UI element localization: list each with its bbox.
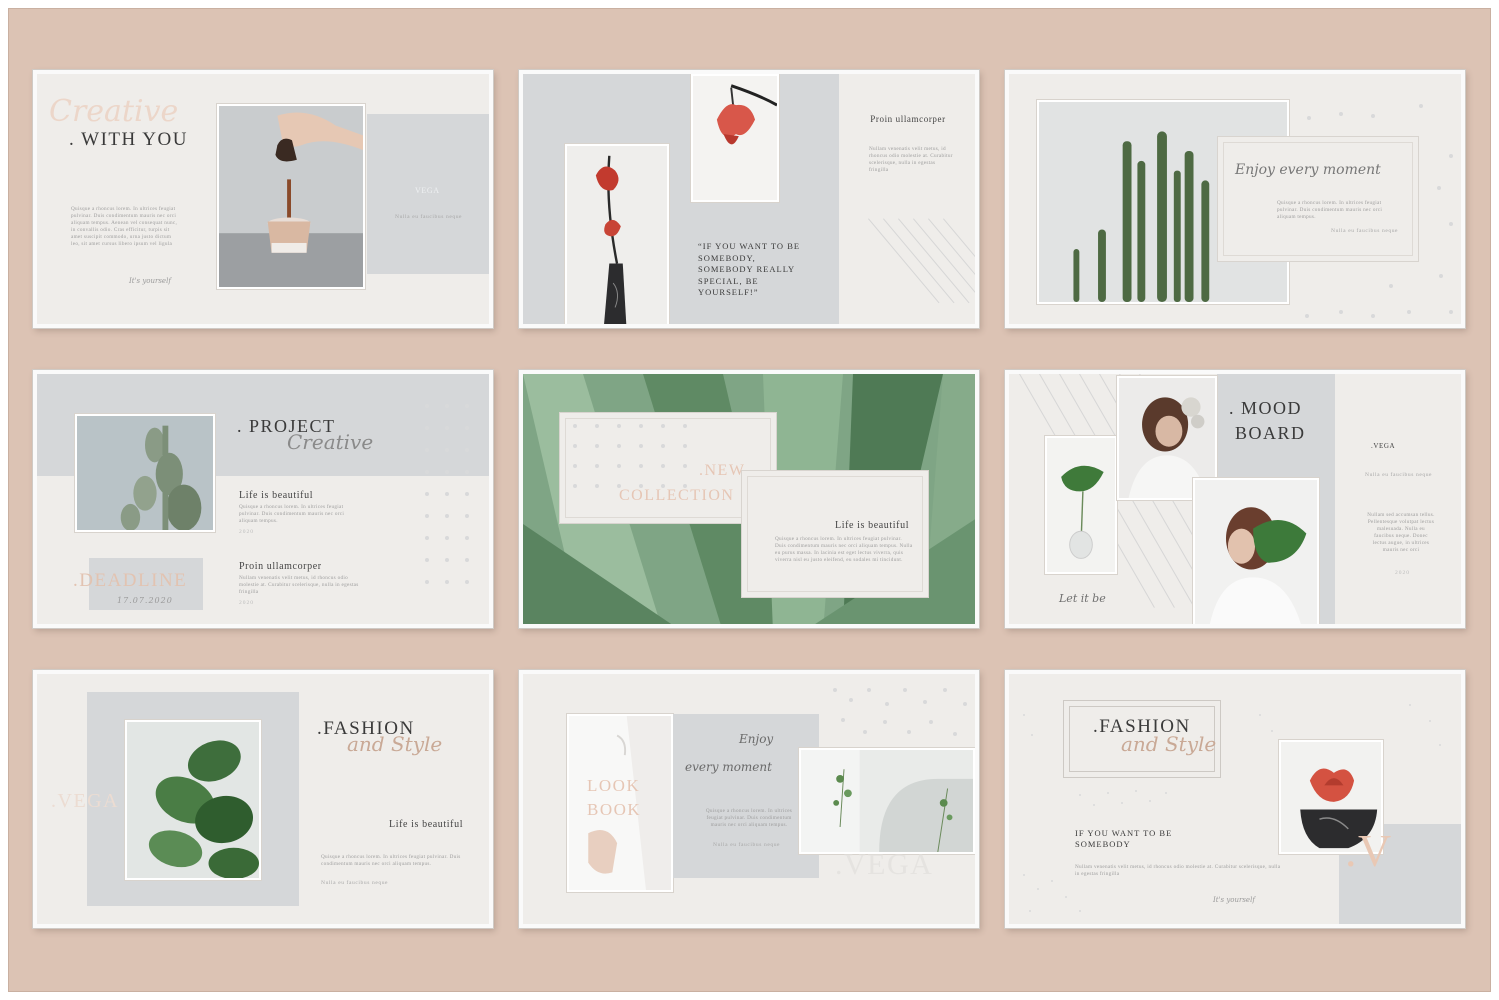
vega-watermark: .VEGA [51,790,120,812]
vega-label: VEGA [415,186,440,195]
slide-mood-board[interactable]: . MOOD BOARD .VEGA Nulla eu faucibus neq… [1005,370,1465,628]
body-text: Quisque a rhoncus lorem. In ultrices feu… [705,808,793,828]
signature: It's yourself [1213,896,1255,904]
cactus-leaf-photo [75,414,215,532]
fiddle-leaf-photo [125,720,261,880]
heading-life: Life is beautiful [835,520,910,531]
new-text: .NEW [699,462,746,479]
slide-creative-with-you[interactable]: Creative . WITH YOU Quisque a rhoncus lo… [33,70,493,328]
deadline-date: 17.07.2020 [117,596,173,605]
body-text: Quisque a rhoncus lorem. In ultrices feu… [321,854,461,867]
slide-fashion-style[interactable]: .VEGA .FASHION and Style Life is beautif… [33,670,493,928]
mood-text: . MOOD [1229,398,1303,418]
vega-label: .VEGA [1371,442,1396,450]
signature: It's yourself [129,277,171,285]
script-and-style: and Style [1121,732,1217,756]
sub-text: Nulla eu faucibus neque [321,880,389,886]
v-letter: .V [1345,825,1393,876]
collection-text: COLLECTION [619,487,735,504]
sub-text: Nulla eu faucibus neque [1365,472,1433,478]
slide-enjoy-every-moment[interactable]: Enjoy every moment Quisque a rhoncus lor… [1005,70,1465,328]
vega-sub: Nulla eu faucibus neque [395,214,463,220]
script-let-it-be: Let it be [1059,592,1106,605]
heading-life: Life is beautiful [239,490,314,501]
heading-quote: IF YOU WANT TO BE SOMEBODY [1075,828,1173,849]
monstera-vase-photo [1045,436,1117,574]
script-enjoy: Enjoy [739,732,774,746]
coffee-photo [217,104,365,289]
year-1: 2020 [239,529,254,535]
body-text: Quisque a rhoncus lorem. In ultrices feu… [1277,200,1383,220]
sub-text: Nulla eu faucibus neque [1331,228,1399,234]
slide-fashion-style-2[interactable]: .FASHION and Style .V IF YOU WANT TO BE … [1005,670,1465,928]
body-text: Quisque a rhoncus lorem. In ultrices feu… [71,206,178,247]
slide-look-book[interactable]: LOOK BOOK Enjoy every moment Quisque a r… [519,670,979,928]
year-2: 2020 [239,600,254,606]
board-text: BOARD [1235,423,1306,443]
year: 2020 [1395,570,1410,576]
quote-text: “IF YOU WANT TO BE SOMEBODY, SOMEBODY RE… [698,241,801,297]
slide-title: Proin ullamcorper [870,114,946,124]
plant-room-photo [799,748,975,854]
script-creative: Creative [49,94,179,129]
heading-life: Life is beautiful [389,819,464,830]
deadline-text: .DEADLINE [73,570,188,591]
heading-proin: Proin ullamcorper [239,561,322,572]
script-creative: Creative [287,430,374,454]
body-text: Quisque a rhoncus lorem. In ultrices feu… [775,536,913,563]
look-text: LOOK [587,776,641,795]
book-text: BOOK [587,800,642,819]
body-text-1: Quisque a rhoncus lorem. In ultrices feu… [239,504,345,524]
body-text: Nullam venenatis velit metus, id rhoncus… [1075,864,1281,877]
body-text-2: Nullam venenatis velit metus, id rhoncus… [239,575,359,595]
slide-project-creative[interactable]: . PROJECT Creative Life is beautiful Qui… [33,370,493,628]
red-flower-vase-photo [565,144,669,324]
script-every-moment: every moment [685,760,772,774]
slide-proin-ullamcorper[interactable]: “IF YOU WANT TO BE SOMEBODY, SOMEBODY RE… [519,70,979,328]
red-flower-photo-top [691,74,779,202]
body-text: Nullam sed accumsan tellus. Pellentesque… [1367,512,1435,553]
slide-title: . WITH YOU [69,129,188,150]
sub-text: Nulla eu faucibus neque [713,842,781,848]
slide-new-collection[interactable]: .NEW COLLECTION Life is beautiful Quisqu… [519,370,979,628]
body-text: Nullam venenatis velit metus, id rhoncus… [869,146,953,173]
script-and-style: and Style [347,732,443,756]
woman-leaf-photo [1193,478,1319,624]
vega-watermark: .VEGA [835,848,934,881]
script-enjoy: Enjoy every moment [1235,162,1381,178]
